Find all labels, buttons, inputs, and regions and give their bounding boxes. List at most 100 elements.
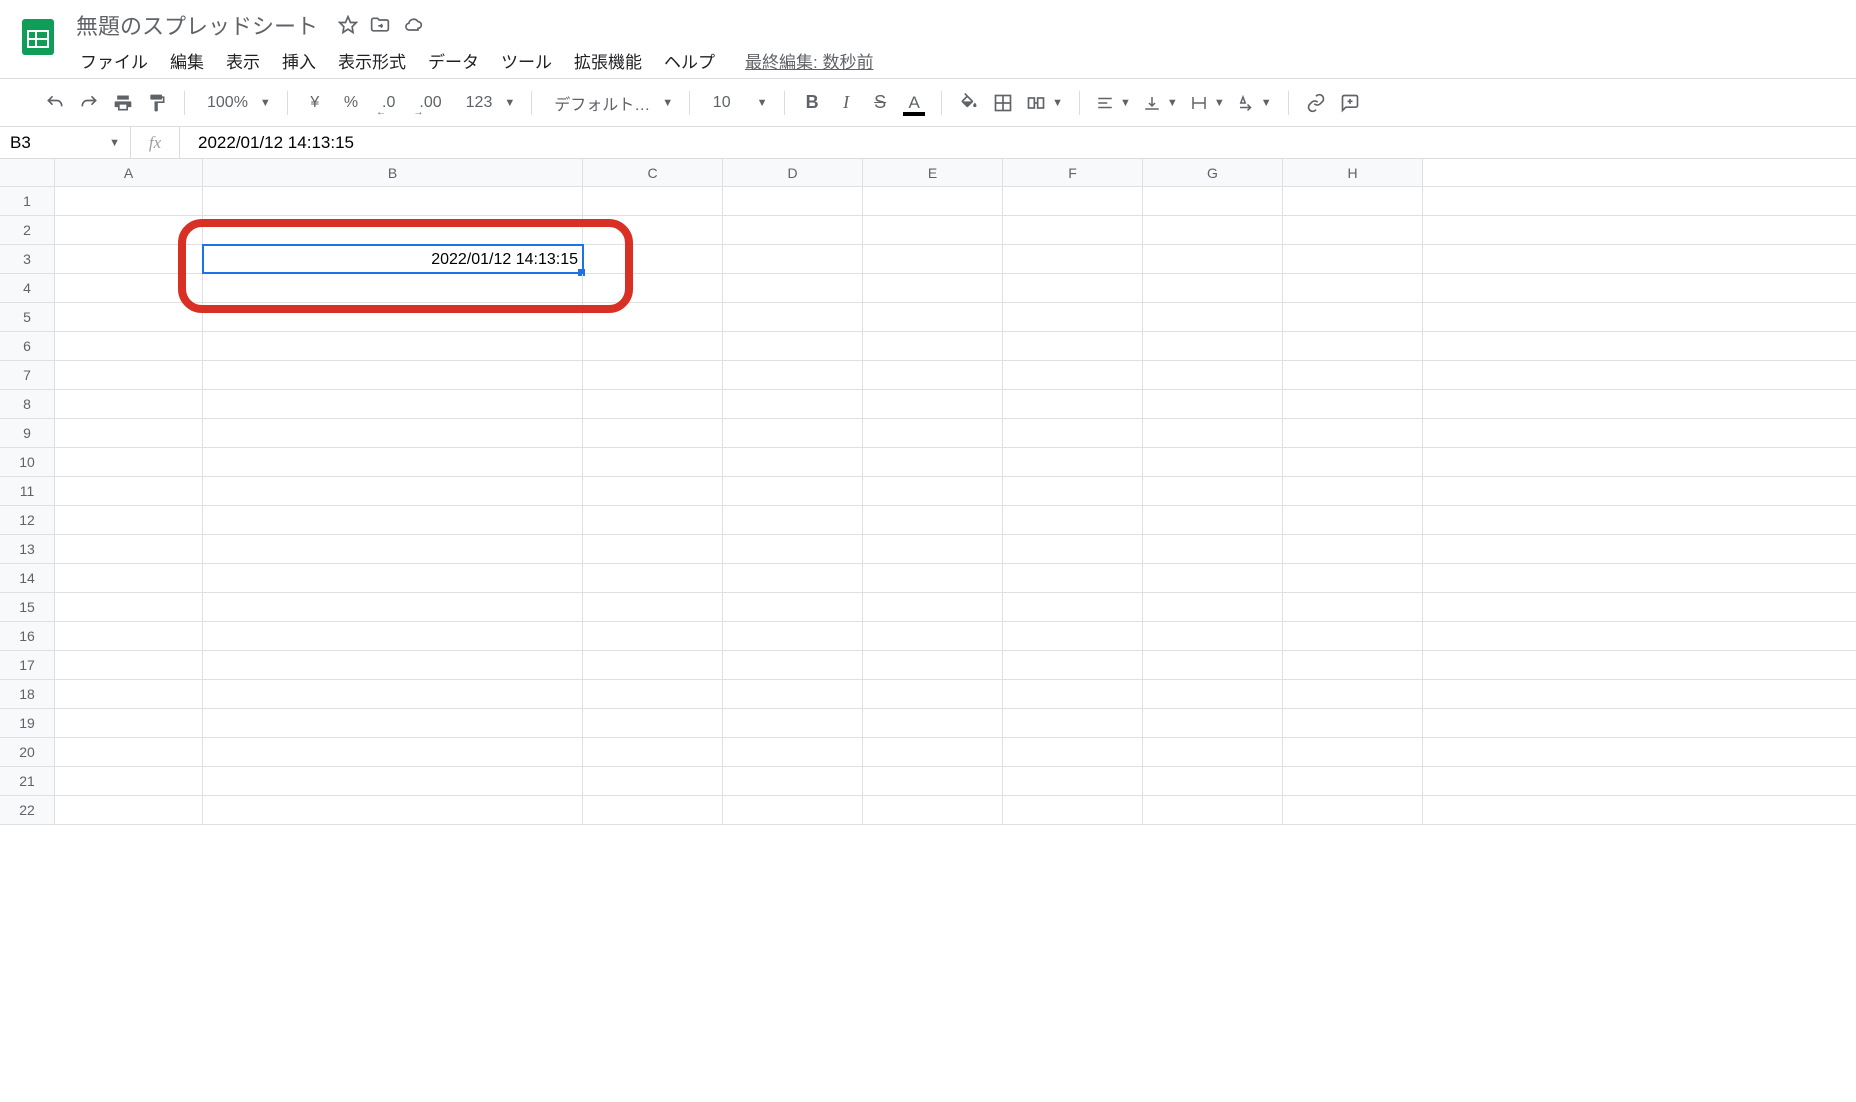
cell[interactable] — [723, 332, 863, 360]
cell[interactable] — [1143, 419, 1283, 447]
cell[interactable] — [583, 506, 723, 534]
row-header[interactable]: 4 — [0, 274, 55, 302]
cell[interactable] — [723, 709, 863, 737]
menu-edit[interactable]: 編集 — [160, 44, 214, 77]
cell[interactable] — [723, 448, 863, 476]
cell[interactable] — [1283, 332, 1423, 360]
column-header-H[interactable]: H — [1283, 159, 1423, 186]
cell[interactable] — [203, 419, 583, 447]
cell[interactable] — [863, 506, 1003, 534]
row-header[interactable]: 14 — [0, 564, 55, 592]
print-button[interactable] — [108, 88, 138, 118]
text-rotation-button[interactable]: ▼ — [1233, 88, 1276, 118]
cell[interactable] — [723, 390, 863, 418]
cell[interactable] — [1143, 680, 1283, 708]
cell[interactable] — [723, 245, 863, 273]
cell[interactable] — [1143, 361, 1283, 389]
cell[interactable] — [1143, 506, 1283, 534]
menu-data[interactable]: データ — [418, 44, 489, 77]
cell[interactable] — [1003, 796, 1143, 824]
cell[interactable] — [583, 332, 723, 360]
cell[interactable] — [1283, 390, 1423, 418]
cell[interactable] — [863, 477, 1003, 505]
cell[interactable] — [863, 390, 1003, 418]
cell[interactable] — [723, 535, 863, 563]
row-header[interactable]: 17 — [0, 651, 55, 679]
move-to-folder-icon[interactable] — [370, 15, 390, 35]
cell[interactable] — [1143, 651, 1283, 679]
row-header[interactable]: 10 — [0, 448, 55, 476]
cell[interactable] — [203, 274, 583, 302]
cell[interactable] — [1283, 767, 1423, 795]
cell[interactable] — [583, 274, 723, 302]
cell[interactable] — [1283, 651, 1423, 679]
cell[interactable] — [1003, 680, 1143, 708]
cell[interactable] — [723, 187, 863, 215]
horizontal-align-button[interactable]: ▼ — [1092, 88, 1135, 118]
cell[interactable] — [583, 361, 723, 389]
cell[interactable] — [863, 419, 1003, 447]
cell[interactable]: 2022/01/12 14:13:15 — [203, 245, 583, 273]
cell[interactable] — [863, 274, 1003, 302]
cell[interactable] — [1283, 738, 1423, 766]
cell[interactable] — [203, 187, 583, 215]
cell[interactable] — [1283, 187, 1423, 215]
cell[interactable] — [583, 564, 723, 592]
cell[interactable] — [1143, 390, 1283, 418]
cell[interactable] — [1283, 361, 1423, 389]
column-header-D[interactable]: D — [723, 159, 863, 186]
cell[interactable] — [1143, 709, 1283, 737]
row-header[interactable]: 22 — [0, 796, 55, 824]
column-header-C[interactable]: C — [583, 159, 723, 186]
cloud-status-icon[interactable] — [402, 15, 424, 35]
name-box[interactable]: B3 ▼ — [0, 133, 130, 153]
cell[interactable] — [583, 796, 723, 824]
cell[interactable] — [55, 564, 203, 592]
row-header[interactable]: 12 — [0, 506, 55, 534]
currency-button[interactable]: ¥ — [300, 88, 330, 118]
star-icon[interactable] — [338, 15, 358, 35]
row-header[interactable]: 8 — [0, 390, 55, 418]
row-header[interactable]: 20 — [0, 738, 55, 766]
cell[interactable] — [1003, 738, 1143, 766]
cell[interactable] — [1283, 506, 1423, 534]
cell[interactable] — [1283, 680, 1423, 708]
cell[interactable] — [203, 448, 583, 476]
cell[interactable] — [203, 506, 583, 534]
row-header[interactable]: 19 — [0, 709, 55, 737]
cell[interactable] — [1003, 622, 1143, 650]
cell[interactable] — [583, 680, 723, 708]
cell[interactable] — [1143, 535, 1283, 563]
cell[interactable] — [723, 303, 863, 331]
cell[interactable] — [1143, 564, 1283, 592]
cell[interactable] — [1283, 564, 1423, 592]
cell[interactable] — [723, 651, 863, 679]
cell[interactable] — [863, 332, 1003, 360]
cell[interactable] — [203, 564, 583, 592]
cell[interactable] — [1283, 593, 1423, 621]
cell[interactable] — [55, 593, 203, 621]
row-header[interactable]: 15 — [0, 593, 55, 621]
menu-file[interactable]: ファイル — [70, 44, 158, 77]
cell[interactable] — [1003, 767, 1143, 795]
cell[interactable] — [55, 622, 203, 650]
cell[interactable] — [1003, 303, 1143, 331]
cell[interactable] — [55, 535, 203, 563]
cell[interactable] — [1283, 477, 1423, 505]
cell[interactable] — [203, 796, 583, 824]
row-header[interactable]: 21 — [0, 767, 55, 795]
cell[interactable] — [1283, 796, 1423, 824]
cell[interactable] — [1003, 535, 1143, 563]
cell[interactable] — [1003, 419, 1143, 447]
cell[interactable] — [723, 506, 863, 534]
cell[interactable] — [55, 216, 203, 244]
font-size-dropdown[interactable]: 10▼ — [702, 88, 772, 118]
sheets-logo[interactable] — [16, 8, 60, 66]
cell[interactable] — [55, 332, 203, 360]
cell[interactable] — [55, 767, 203, 795]
cell[interactable] — [55, 303, 203, 331]
row-header[interactable]: 9 — [0, 419, 55, 447]
cell[interactable] — [863, 448, 1003, 476]
increase-decimal-button[interactable]: .00→ — [409, 88, 451, 118]
cell[interactable] — [1003, 709, 1143, 737]
